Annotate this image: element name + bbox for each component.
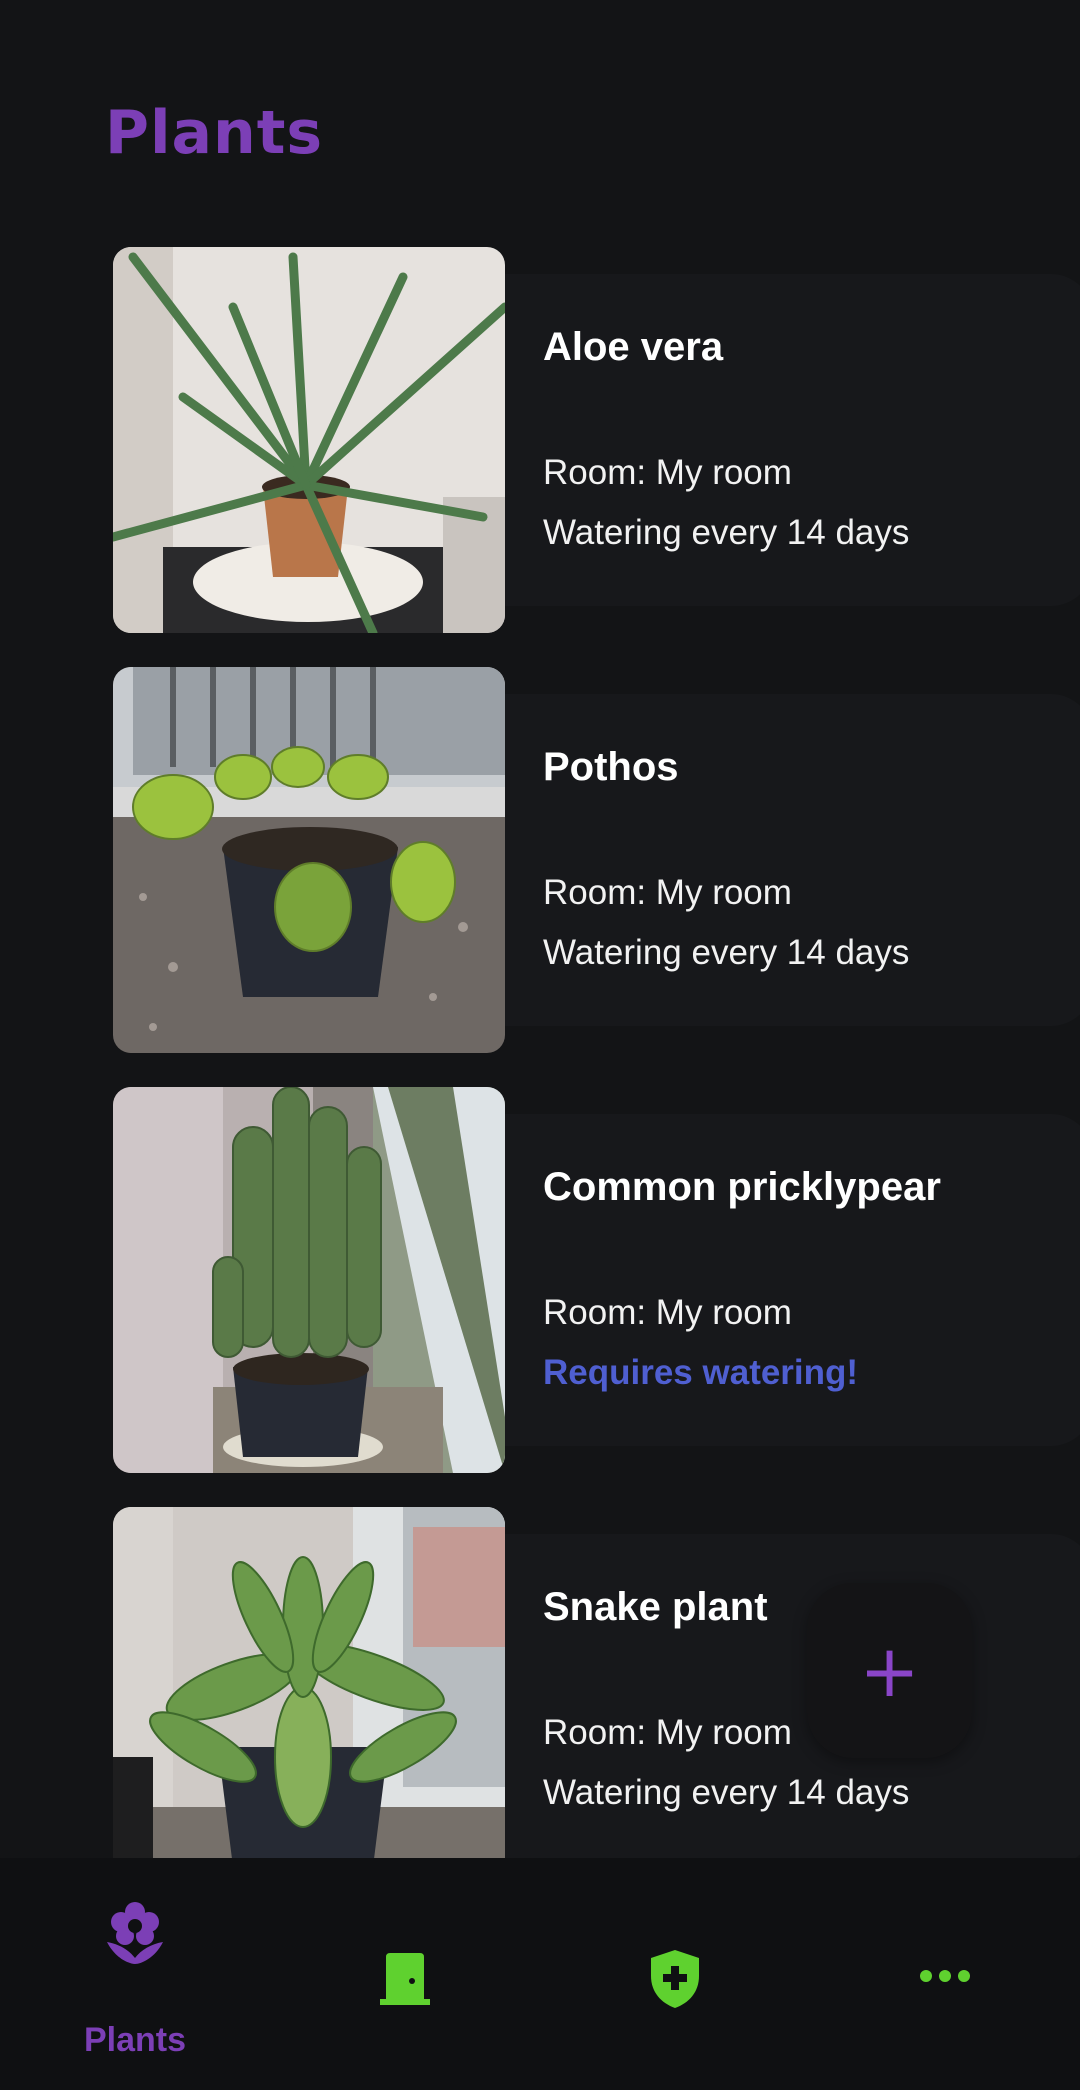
plants-screen: Aloe vera Room: My room Watering every 1… [0,0,1080,2090]
shield-plus-icon [651,1950,699,2008]
flower-icon [107,1902,163,1964]
plant-room: Room: My room [543,453,792,492]
plant-watering-alert: Requires watering! [543,1353,859,1392]
plant-name: Pothos [543,745,679,789]
cactus-photo [113,1087,505,1473]
plant-name: Common pricklypear [543,1165,941,1209]
plant-card-pothos[interactable]: Pothos Room: My room Watering every 14 d… [113,667,1080,1053]
plant-room: Room: My room [543,1293,792,1332]
bottom-navigation: Plants [0,1858,1080,2090]
snake-plant-photo [113,1507,505,1858]
page-title: Plants [105,98,324,168]
plant-watering-status: Watering every 14 days [543,1773,910,1812]
plant-list[interactable]: Aloe vera Room: My room Watering every 1… [0,0,1080,1858]
plant-card-aloe-vera[interactable]: Aloe vera Room: My room Watering every 1… [113,247,1080,633]
plant-room: Room: My room [543,873,792,912]
aloe-vera-photo [113,247,505,633]
plant-watering-status: Watering every 14 days [543,513,910,552]
nav-item-rooms[interactable] [270,1858,540,2090]
plant-name: Aloe vera [543,325,724,369]
door-icon [380,1953,430,2005]
nav-label-plants: Plants [83,2021,187,2059]
nav-item-health[interactable] [540,1858,810,2090]
plus-icon: + [859,1628,920,1713]
more-dots-icon [920,1970,970,1982]
plant-room: Room: My room [543,1713,792,1752]
add-plant-button[interactable]: + [807,1583,972,1758]
plant-watering-status: Watering every 14 days [543,933,910,972]
pothos-photo [113,667,505,1053]
plant-name: Snake plant [543,1585,768,1629]
plant-card-common-pricklypear[interactable]: Common pricklypear Room: My room Require… [113,1087,1080,1473]
nav-item-more[interactable] [810,1858,1080,2090]
nav-item-plants[interactable]: Plants [0,1858,270,2090]
